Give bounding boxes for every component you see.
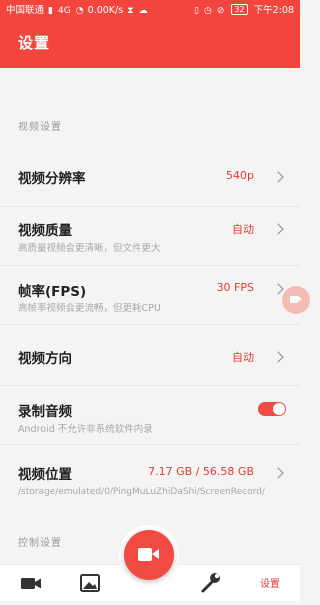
network-type-text: 4G (58, 6, 71, 16)
nav-screenshots[interactable] (70, 565, 110, 601)
camera-icon (290, 296, 298, 303)
page-title: 设置 (18, 34, 51, 52)
setting-resolution-value: 540p (226, 169, 254, 182)
setting-quality-subtitle: 高质量视频会更清晰，但文件更大 (18, 243, 161, 254)
cloud-icon: ☁ (138, 6, 148, 16)
camera-lens (298, 296, 302, 302)
carrier-text: 中国联通 (6, 5, 45, 16)
setting-fps-title: 帧率(FPS) (18, 284, 87, 300)
record-button[interactable] (124, 530, 174, 580)
setting-audio[interactable]: 录制音频 Android 不允许非系统软件内录 (0, 386, 300, 445)
setting-audio-subtitle: Android 不允许非系统软件内录 (18, 424, 153, 435)
app-header: 中国联通 ▮ 4G ◔ 0.00K/s ⧗ ☁ ▯ ◷ ⊘ 32 下午2:08 … (0, 0, 300, 68)
wifi-icon: ◔ (75, 6, 84, 16)
setting-location[interactable]: 视频位置 7.17 GB / 56.58 GB /storage/emulate… (0, 445, 300, 511)
nav-tools[interactable] (190, 565, 230, 601)
chevron-right-icon (272, 223, 284, 235)
nav-settings[interactable]: 设置 (250, 565, 290, 601)
setting-quality-value: 自动 (232, 223, 254, 236)
video-camera-icon (21, 578, 41, 589)
section-header-video: 视频设置 (18, 122, 62, 133)
setting-resolution[interactable]: 视频分辨率 540p (0, 148, 300, 207)
setting-location-value: 7.17 GB / 56.58 GB (148, 465, 254, 478)
section-header-control: 控制设置 (18, 538, 62, 549)
setting-audio-title: 录制音频 (18, 404, 72, 420)
wrench-icon (201, 573, 220, 593)
setting-location-title: 视频位置 (18, 467, 72, 483)
setting-fps-subtitle: 高帧率视频会更流畅，但更耗CPU (18, 303, 161, 314)
toggle-knob (273, 403, 285, 415)
setting-location-path: /storage/emulated/0/PingMuLuZhiDaShi/Scr… (18, 487, 265, 497)
hourglass-icon: ⧗ (127, 6, 134, 16)
settings-list: 视频设置 视频分辨率 540p 视频质量 高质量视频会更清晰，但文件更大 自动 … (0, 68, 300, 564)
setting-orientation[interactable]: 视频方向 自动 (0, 325, 300, 386)
camera-icon (138, 548, 152, 561)
battery-icon: 32 (231, 4, 248, 15)
no-sim-icon: ⊘ (216, 6, 225, 16)
chevron-right-icon (272, 351, 284, 363)
setting-orientation-value: 自动 (232, 351, 254, 364)
clock-text: 下午2:08 (253, 5, 294, 16)
camera-lens (152, 549, 159, 559)
setting-fps[interactable]: 帧率(FPS) 高帧率视频会更流畅，但更耗CPU 30 FPS (0, 266, 300, 325)
setting-orientation-title: 视频方向 (18, 351, 72, 367)
status-bar: 中国联通 ▮ 4G ◔ 0.00K/s ⧗ ☁ ▯ ◷ ⊘ 32 下午2:08 (0, 0, 300, 22)
floating-record-icon[interactable] (282, 286, 310, 314)
chevron-right-icon (272, 171, 284, 183)
audio-toggle[interactable] (258, 402, 286, 416)
vibrate-icon: ▯ (193, 6, 199, 16)
setting-quality[interactable]: 视频质量 高质量视频会更清晰，但文件更大 自动 (0, 207, 300, 266)
setting-quality-title: 视频质量 (18, 223, 72, 239)
image-icon (80, 574, 100, 592)
chevron-right-icon (272, 283, 284, 295)
network-speed-text: 0.00K/s (87, 5, 124, 16)
alarm-icon: ◷ (203, 6, 212, 16)
setting-resolution-title: 视频分辨率 (18, 171, 86, 187)
nav-videos[interactable] (10, 565, 50, 601)
nav-settings-label: 设置 (260, 579, 280, 590)
signal-icon: ▮ (48, 6, 53, 16)
chevron-right-icon (272, 467, 284, 479)
setting-fps-value: 30 FPS (216, 281, 254, 294)
